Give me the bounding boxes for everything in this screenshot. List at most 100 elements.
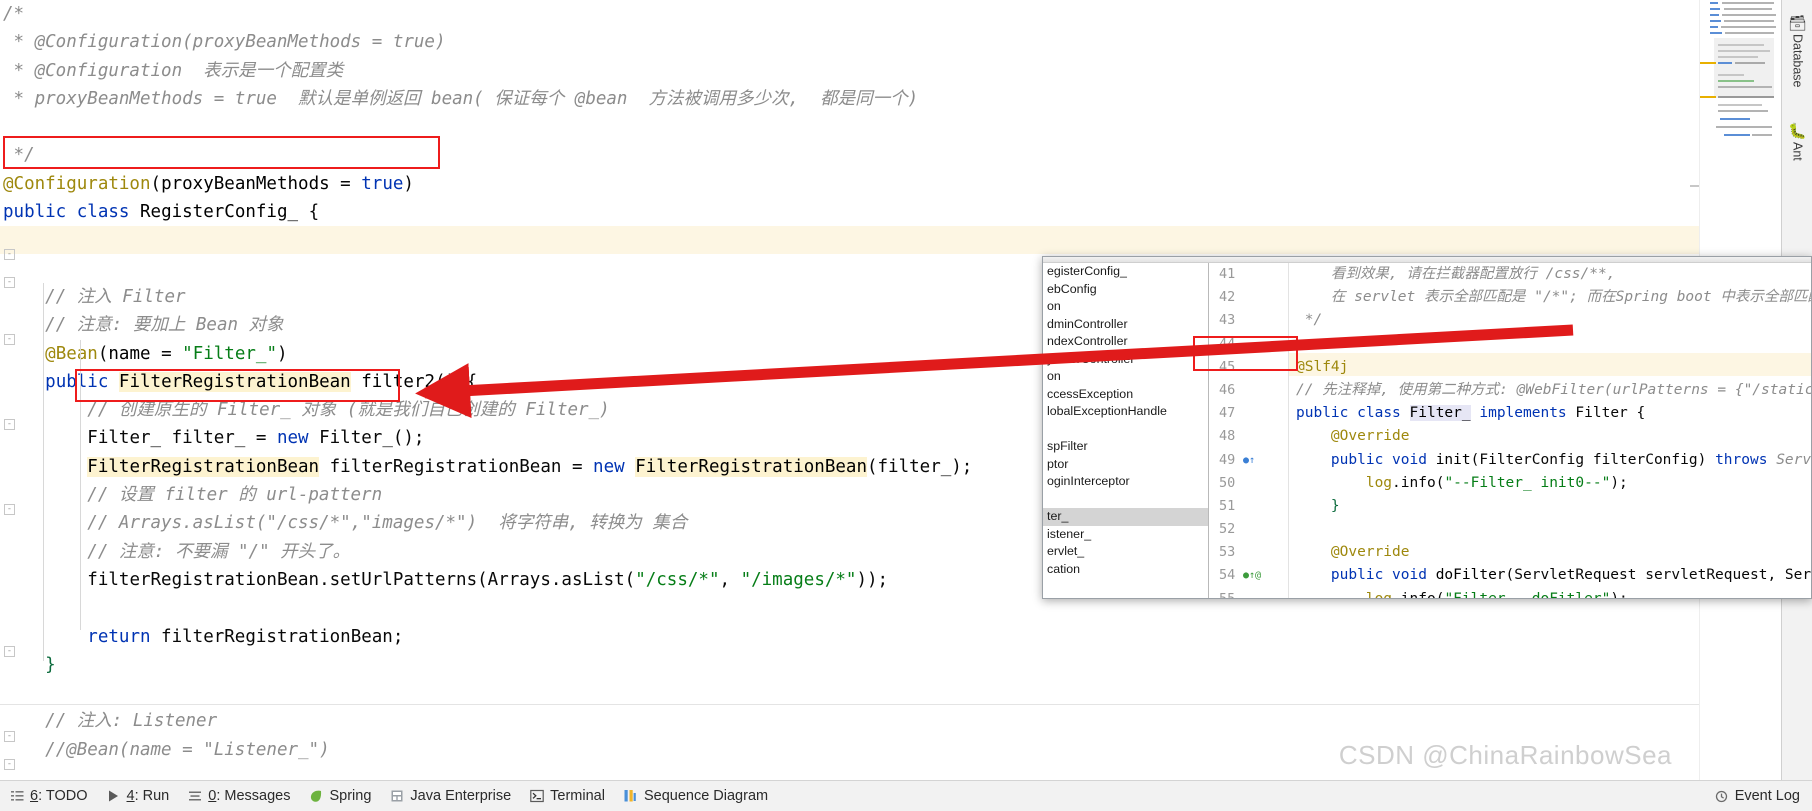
popup-line-number[interactable]: 42 (1209, 286, 1288, 309)
popup-code-line[interactable]: 看到效果, 请在拦截器配置放行 /css/**, (1296, 263, 1812, 286)
tree-item[interactable]: dminController (1043, 316, 1208, 334)
popup-code-line[interactable]: log.info("Filter - doFitler"); (1296, 588, 1812, 599)
popup-line-number[interactable]: 54●↑@ (1209, 564, 1288, 587)
popup-line-number[interactable]: 46 (1209, 379, 1288, 402)
tree-item[interactable]: oginInterceptor (1043, 473, 1208, 491)
code-token (66, 202, 77, 222)
code-token: ( (98, 344, 109, 364)
code-token: throws (1715, 452, 1767, 468)
tree-item[interactable]: yErrorController (1043, 351, 1208, 369)
status-item-spring[interactable]: Spring (299, 781, 380, 811)
status-item-messages[interactable]: 0: Messages (178, 781, 299, 811)
code-token: class (1357, 405, 1401, 421)
tree-item[interactable]: egisterConfig_ (1043, 263, 1208, 281)
tree-item[interactable] (1043, 421, 1208, 439)
status-event-log[interactable]: Event Log (1714, 788, 1812, 804)
code-token: ( (151, 174, 162, 194)
code-line[interactable]: } (3, 651, 1700, 679)
popup-line-number[interactable]: 43 (1209, 309, 1288, 332)
fold-marker[interactable]: - (4, 249, 15, 260)
status-item-javaenterprise[interactable]: Java Enterprise (380, 781, 520, 811)
popup-line-number[interactable]: 48 (1209, 425, 1288, 448)
sidebar-item-database[interactable]: 🗃 Database (1782, 16, 1812, 88)
popup-code-line[interactable]: } (1296, 495, 1812, 518)
fold-marker[interactable]: - (4, 277, 15, 288)
popup-line-number[interactable]: 50 (1209, 472, 1288, 495)
tree-item[interactable]: spFilter (1043, 438, 1208, 456)
popup-code-line[interactable]: // 先注释掉, 使用第二种方式: @WebFilter(urlPatterns… (1296, 379, 1812, 402)
project-tree-panel[interactable]: egisterConfig_ebConfigondminControllernd… (1043, 263, 1209, 599)
tree-item[interactable]: lobalExceptionHandle (1043, 403, 1208, 421)
tree-item[interactable]: ccessException (1043, 386, 1208, 404)
popup-line-number[interactable]: 45 (1209, 356, 1288, 379)
popup-line-number[interactable]: 53 (1209, 541, 1288, 564)
popup-line-number[interactable]: 41 (1209, 263, 1288, 286)
popup-line-number[interactable]: 44 (1209, 333, 1288, 356)
popup-code-line[interactable]: @Override (1296, 425, 1812, 448)
code-line[interactable] (3, 226, 1700, 254)
status-item-todo[interactable]: 6: TODO (0, 781, 97, 811)
tree-item[interactable]: ervlet_ (1043, 543, 1208, 561)
code-token (1427, 452, 1436, 468)
status-item-sequencediagram[interactable]: Sequence Diagram (614, 781, 777, 811)
indent-guide (80, 340, 81, 630)
popup-code-line[interactable]: log.info("--Filter_ init0--"); (1296, 472, 1812, 495)
code-line[interactable]: * @Configuration 表示是一个配置类 (3, 57, 1700, 85)
popup-code-line[interactable]: @Slf4j (1296, 356, 1812, 379)
code-token: } (45, 655, 56, 675)
code-line[interactable] (3, 113, 1700, 141)
editor-minimap[interactable] (1700, 0, 1781, 180)
tree-item[interactable] (1043, 491, 1208, 509)
tree-item[interactable]: ndexController (1043, 333, 1208, 351)
watermark-text: CSDN @ChinaRainbowSea (1339, 740, 1672, 771)
popup-code-line[interactable] (1296, 333, 1812, 356)
tool-window-bar[interactable]: 6: TODO4: Run0: Messages Spring Java Enter… (0, 780, 1812, 811)
code-token: // 注入 Filter (45, 287, 185, 307)
code-line[interactable]: * @Configuration(proxyBeanMethods = true… (3, 28, 1700, 56)
tree-item[interactable]: ter_ (1043, 508, 1208, 526)
sidebar-item-ant[interactable]: 🐛 Ant (1782, 124, 1812, 161)
filter-class-preview-popup[interactable]: egisterConfig_ebConfigondminControllernd… (1042, 256, 1812, 599)
fold-marker[interactable]: - (4, 759, 15, 770)
code-token: filter2 (361, 372, 435, 392)
tree-item[interactable]: ebConfig (1043, 281, 1208, 299)
code-line[interactable]: public class RegisterConfig_ { (3, 198, 1700, 226)
tree-item[interactable]: on (1043, 298, 1208, 316)
code-line[interactable]: // 注入: Listener (3, 707, 1700, 735)
code-line[interactable]: * proxyBeanMethods = true 默认是单例返回 bean( … (3, 85, 1700, 113)
fold-marker[interactable]: - (4, 504, 15, 515)
fold-marker[interactable]: - (4, 419, 15, 430)
status-item-run[interactable]: 4: Run (97, 781, 179, 811)
status-item-terminal[interactable]: Terminal (520, 781, 614, 811)
fold-marker[interactable]: - (4, 646, 15, 657)
popup-code-lines[interactable]: 看到效果, 请在拦截器配置放行 /css/**, 在 servlet 表示全部匹… (1290, 263, 1812, 599)
popup-line-number[interactable]: 52 (1209, 518, 1288, 541)
code-line[interactable]: /* (3, 0, 1700, 28)
popup-line-number[interactable]: 49●↑ (1209, 449, 1288, 472)
popup-code-line[interactable]: public class Filter_ implements Filter { (1296, 402, 1812, 425)
popup-code-line[interactable] (1296, 518, 1812, 541)
popup-code-line[interactable]: 在 servlet 表示全部匹配是 "/*"; 而在Spring boot 中表… (1296, 286, 1812, 309)
code-token: void (1392, 452, 1427, 468)
tree-item[interactable]: istener_ (1043, 526, 1208, 544)
code-line[interactable]: return filterRegistrationBean; (3, 623, 1700, 651)
popup-code-line[interactable]: public void doFilter(ServletRequest serv… (1296, 564, 1812, 587)
tree-item[interactable]: ptor (1043, 456, 1208, 474)
fold-marker[interactable]: - (4, 334, 15, 345)
fold-marker[interactable]: - (4, 731, 15, 742)
popup-code-line[interactable]: */ (1296, 309, 1812, 332)
popup-line-number[interactable]: 51 (1209, 495, 1288, 518)
popup-code-line[interactable]: public void init(FilterConfig filterConf… (1296, 449, 1812, 472)
status-item-label: Spring (329, 788, 371, 804)
line-number-text: 43 (1219, 312, 1235, 328)
code-line[interactable]: */ (3, 141, 1700, 169)
code-token: */ (1296, 312, 1322, 328)
tree-item[interactable]: cation (1043, 561, 1208, 579)
popup-line-number[interactable]: 55 (1209, 588, 1288, 599)
popup-code-line[interactable]: @Override (1296, 541, 1812, 564)
popup-line-number[interactable]: 47 (1209, 402, 1288, 425)
code-line[interactable]: @Configuration(proxyBeanMethods = true) (3, 170, 1700, 198)
popup-line-number-gutter[interactable]: 414243444546474849●↑5051525354●↑@5556575… (1209, 263, 1289, 599)
tree-item[interactable]: on (1043, 368, 1208, 386)
code-token (1296, 452, 1331, 468)
